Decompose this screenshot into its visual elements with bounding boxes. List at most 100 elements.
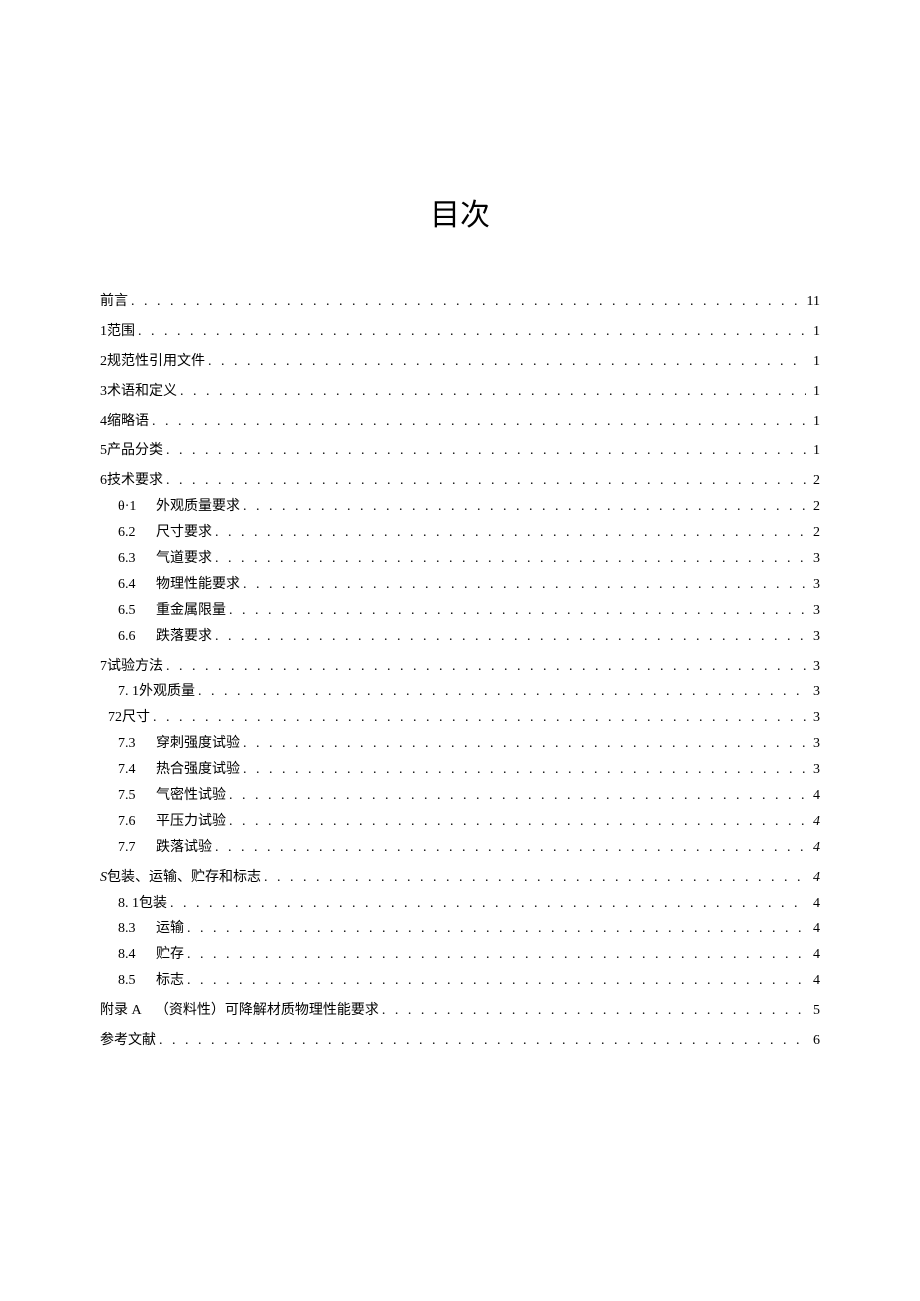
toc-entry: 2 规范性引用文件 1 (100, 349, 820, 375)
toc-text: 气密性试验 (156, 783, 226, 809)
toc-number: 6.2 (118, 520, 156, 546)
toc-entry: θ·1外观质量要求2 (100, 494, 820, 520)
toc-entry: 6.5重金属限量 3 (100, 598, 820, 624)
toc-entry: 8.4贮存4 (100, 942, 820, 968)
toc-text: 热合强度试验 (156, 757, 240, 783)
toc-leader-dots (163, 654, 806, 680)
toc-leader-dots (379, 998, 806, 1024)
toc-entry: 6.2尺寸要求 2 (100, 520, 820, 546)
toc-text: 包装、运输、贮存和标志 (107, 865, 261, 891)
toc-number: 6.6 (118, 624, 156, 650)
toc-number: 2 (100, 349, 107, 375)
toc-text: 标志 (156, 968, 184, 994)
toc-number: 4 (100, 409, 107, 435)
toc-entry: 前言11 (100, 289, 820, 315)
toc-page-number: 1 (806, 379, 820, 405)
toc-number: 5 (100, 438, 107, 464)
toc-number: 6 (100, 468, 107, 494)
toc-number: 3 (100, 379, 107, 405)
toc-leader-dots (212, 546, 806, 572)
toc-text: 术语和定义 (107, 379, 177, 405)
toc-number: 7.6 (118, 809, 156, 835)
toc-leader-dots (212, 520, 806, 546)
toc-entry: 7.6平压力试验 4 (100, 809, 820, 835)
toc-leader-dots (135, 319, 806, 345)
toc-entry: 8.3运输4 (100, 916, 820, 942)
toc-number: 8.3 (118, 916, 156, 942)
toc-entry: 7.5气密性试验4 (100, 783, 820, 809)
toc-entry: 1 范围1 (100, 319, 820, 345)
toc-number: 附录 A (100, 998, 155, 1024)
toc-number: 6.4 (118, 572, 156, 598)
toc-number: 7.4 (118, 757, 156, 783)
toc-leader-dots (240, 757, 806, 783)
toc-text: 产品分类 (107, 438, 163, 464)
toc-page-number: 3 (806, 598, 820, 624)
toc-page-number: 3 (806, 757, 820, 783)
toc-number: 6.5 (118, 598, 156, 624)
toc-page-number: 3 (806, 624, 820, 650)
toc-leader-dots (156, 1028, 806, 1054)
toc-number: 7.7 (118, 835, 156, 861)
toc-page-number: 4 (806, 783, 820, 809)
toc-text: （资料性）可降解材质物理性能要求 (155, 998, 379, 1024)
toc-text: 跌落要求 (156, 624, 212, 650)
toc-number: 7 (100, 654, 107, 680)
toc-page-number: 4 (806, 835, 820, 861)
toc-leader-dots (212, 835, 806, 861)
toc-leader-dots (226, 598, 806, 624)
toc-entry: 6.4物理性能要求3 (100, 572, 820, 598)
toc-text: 缩略语 (107, 409, 149, 435)
toc-entry: 6.6跌落要求 3 (100, 624, 820, 650)
toc-text: 跌落试验 (156, 835, 212, 861)
toc-page-number: 6 (806, 1028, 820, 1054)
toc-leader-dots (205, 349, 806, 375)
toc-entry: 7.4热合强度试验 3 (100, 757, 820, 783)
toc-number: S (100, 865, 107, 891)
toc-leader-dots (163, 438, 806, 464)
toc-page-number: 1 (806, 349, 820, 375)
toc-number: 6.3 (118, 546, 156, 572)
toc-leader-dots (184, 968, 806, 994)
toc-leader-dots (177, 379, 806, 405)
toc-leader-dots (240, 731, 806, 757)
toc-number: 8. 1 (118, 891, 139, 917)
toc-leader-dots (163, 468, 806, 494)
toc-leader-dots (150, 705, 806, 731)
toc-page-number: 2 (806, 520, 820, 546)
toc-page-number: 4 (806, 968, 820, 994)
toc-entry: 7.3穿刺强度试验3 (100, 731, 820, 757)
toc-leader-dots (184, 916, 806, 942)
toc-page-number: 4 (806, 865, 820, 891)
toc-entry: S 包装、运输、贮存和标志 4 (100, 865, 820, 891)
toc-text: 参考文献 (100, 1028, 156, 1054)
toc-text: 范围 (107, 319, 135, 345)
toc-leader-dots (128, 289, 806, 315)
toc-text: 外观质量 (139, 679, 195, 705)
toc-leader-dots (240, 494, 806, 520)
toc-text: 规范性引用文件 (107, 349, 205, 375)
toc-text: 试验方法 (107, 654, 163, 680)
toc-entry: 5 产品分类 1 (100, 438, 820, 464)
toc-page-number: 1 (806, 438, 820, 464)
toc-entry: 6.3气道要求3 (100, 546, 820, 572)
toc-leader-dots (167, 891, 806, 917)
toc-page-number: 4 (806, 809, 820, 835)
toc-page-number: 1 (806, 409, 820, 435)
toc-number: 72 (108, 705, 122, 731)
toc-entry: 8. 1 包装4 (100, 891, 820, 917)
toc-text: 尺寸要求 (156, 520, 212, 546)
toc-text: 重金属限量 (156, 598, 226, 624)
toc-text: 平压力试验 (156, 809, 226, 835)
table-of-contents: 前言11 1 范围1 2 规范性引用文件 1 3 术语和定义 1 4 缩略语 1 5 产品分类 1… (100, 289, 820, 1054)
toc-entry: 3 术语和定义 1 (100, 379, 820, 405)
toc-number: 7. 1 (118, 679, 139, 705)
toc-entry: 7.7跌落试验 4 (100, 835, 820, 861)
toc-number: 8.5 (118, 968, 156, 994)
toc-number: 7.3 (118, 731, 156, 757)
toc-leader-dots (212, 624, 806, 650)
toc-page-number: 5 (806, 998, 820, 1024)
toc-page-number: 2 (806, 468, 820, 494)
toc-text: 贮存 (156, 942, 184, 968)
toc-page-number: 4 (806, 891, 820, 917)
